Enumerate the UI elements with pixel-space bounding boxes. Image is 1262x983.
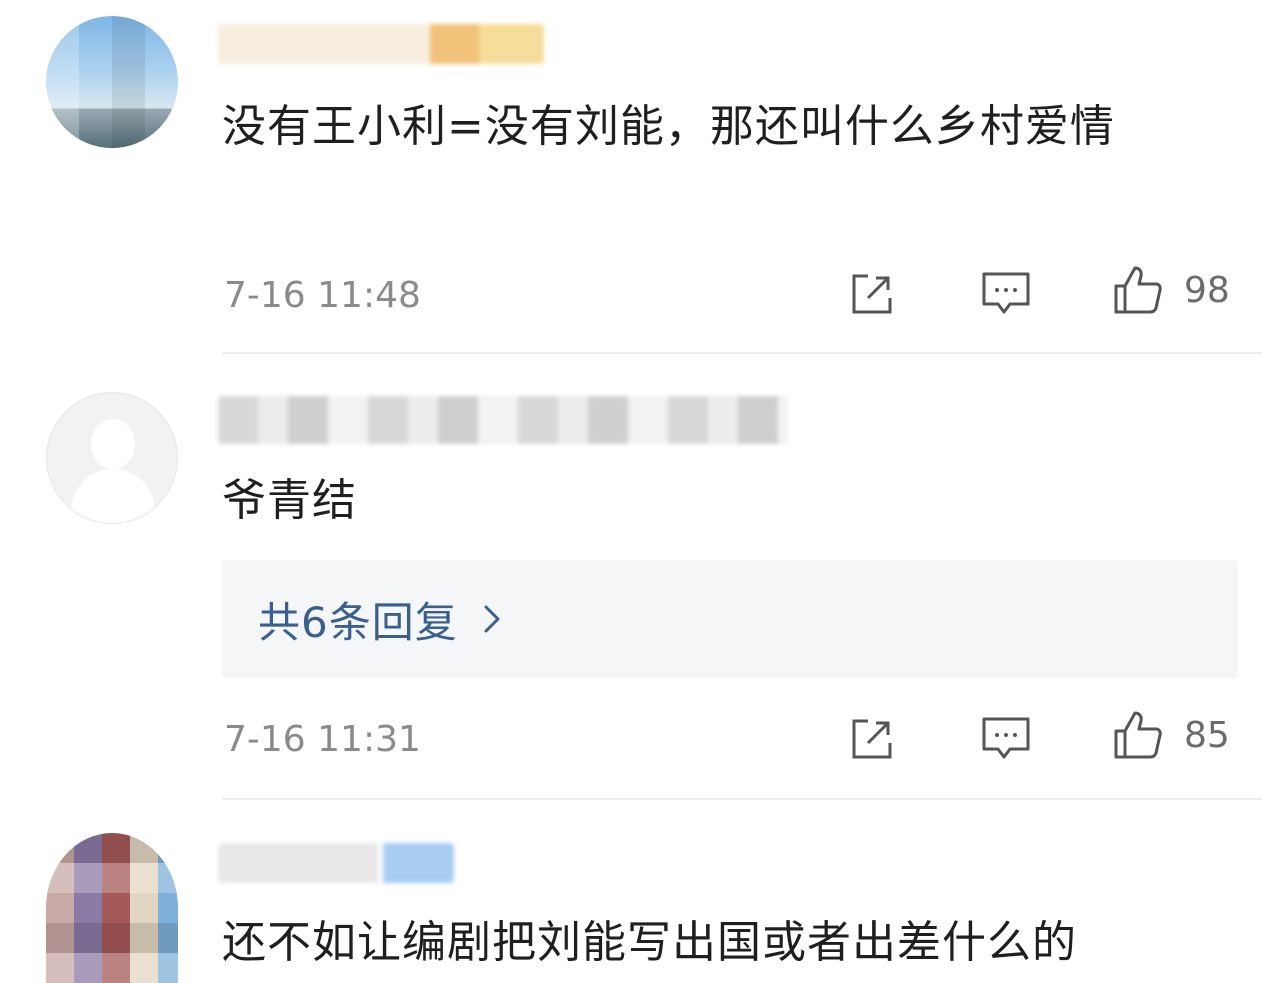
comment-icon (982, 272, 1030, 314)
comment-icon (982, 717, 1030, 759)
username-blurred[interactable] (218, 843, 454, 883)
replies-link[interactable]: 共6条回复 (222, 560, 1238, 678)
username-blurred[interactable] (218, 24, 544, 64)
avatar-mosaic (46, 833, 178, 983)
avatar-placeholder-head (91, 419, 135, 469)
like-button[interactable]: 98 (1112, 264, 1230, 316)
avatar[interactable] (46, 833, 178, 983)
comment-timestamp: 7-16 11:48 (224, 275, 421, 316)
share-icon (852, 274, 892, 314)
reply-button[interactable] (980, 713, 1032, 765)
comment-text: 还不如让编剧把刘能写出国或者出差什么的 (222, 917, 1077, 968)
avatar[interactable] (46, 392, 178, 524)
divider (222, 352, 1262, 354)
comment-text: 爷青结 (222, 475, 357, 526)
like-button[interactable]: 85 (1112, 709, 1230, 761)
comment-text: 没有王小利=没有刘能，那还叫什么乡村爱情 (222, 101, 1115, 152)
chevron-right-icon (484, 605, 500, 633)
username-blurred[interactable] (218, 396, 788, 444)
reply-button[interactable] (980, 268, 1032, 320)
replies-count-label: 共6条回复 (258, 597, 458, 647)
thumbs-up-icon (1114, 711, 1162, 759)
avatar[interactable] (46, 16, 178, 148)
comment-timestamp: 7-16 11:31 (224, 719, 421, 760)
share-button[interactable] (846, 713, 898, 765)
share-icon (852, 719, 892, 759)
avatar-mosaic (46, 16, 178, 148)
share-button[interactable] (846, 268, 898, 320)
thumbs-up-icon (1114, 266, 1162, 314)
like-count: 98 (1184, 269, 1230, 311)
like-count: 85 (1184, 714, 1230, 756)
avatar-placeholder-body (71, 469, 155, 523)
divider (222, 798, 1262, 800)
